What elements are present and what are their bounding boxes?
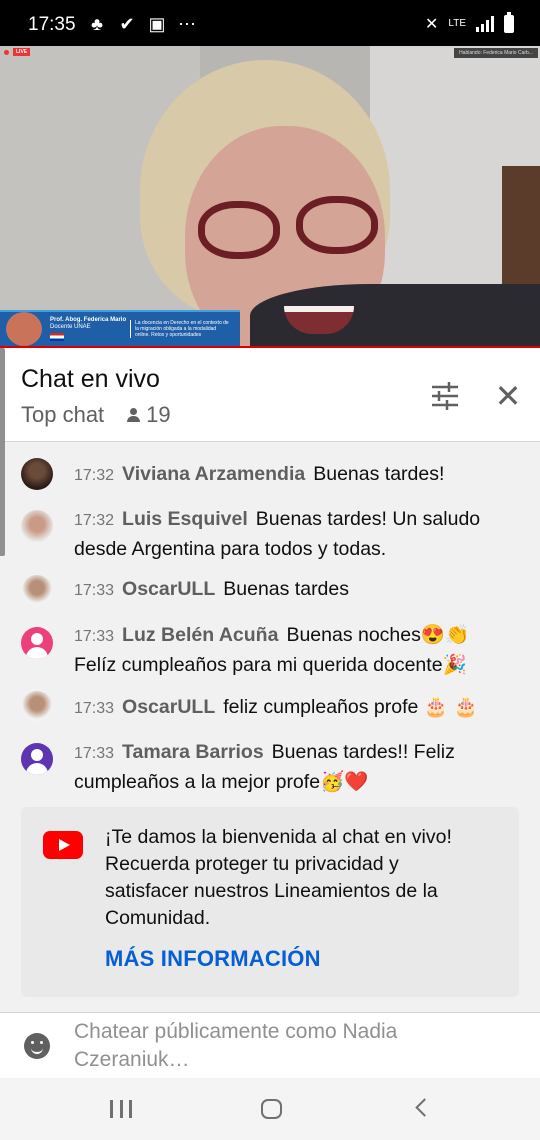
glasses-right	[296, 196, 378, 254]
message-time: 17:33	[74, 628, 115, 645]
message-body: Buenas tardes!	[313, 463, 445, 485]
avatar[interactable]	[21, 575, 53, 607]
recent-apps-button[interactable]	[110, 1100, 132, 1118]
image-icon: ▣	[148, 14, 166, 34]
message-time: 17:33	[74, 700, 115, 717]
presenter-name-block: Prof. Abog. Federica Mario Docente UNAE	[50, 317, 130, 341]
lte-icon: LTE	[448, 18, 466, 29]
avatar[interactable]	[21, 458, 53, 490]
chat-message-text: 17:32 Luis Esquivel Buenas tardes! Un salu…	[74, 505, 514, 563]
youtube-logo-icon	[43, 831, 83, 859]
message-author[interactable]: Tamara Barrios	[122, 741, 264, 763]
live-video-player[interactable]: LIVE Hablando: Federica Mario Carb... Pr…	[0, 46, 540, 348]
status-bar: 17:35 ♣ ✔ ▣ ⋯ ✕ LTE	[0, 0, 540, 46]
chat-filter-button[interactable]	[428, 381, 462, 411]
status-time: 17:35	[28, 14, 76, 35]
glasses-left	[198, 201, 280, 259]
message-author[interactable]: OscarULL	[122, 696, 215, 718]
message-time: 17:33	[74, 745, 115, 762]
welcome-card: ¡Te damos la bienvenida al chat en vivo!…	[21, 807, 519, 997]
notification-icon: ♣	[91, 14, 103, 34]
viewer-icon	[126, 407, 142, 423]
message-author[interactable]: Viviana Arzamendia	[122, 463, 305, 485]
message-time: 17:33	[74, 582, 115, 599]
battery-icon	[504, 12, 514, 33]
live-label: LIVE	[13, 48, 31, 56]
message-body: Buenas tardes	[223, 578, 350, 600]
message-time: 17:32	[74, 467, 115, 484]
more-icon: ⋯	[178, 14, 196, 34]
close-icon: ✕	[494, 378, 522, 414]
status-system-icons: ✕ LTE	[424, 12, 514, 34]
speaking-label: Hablando: Federica Mario Carb...	[454, 48, 538, 58]
chat-message-text: 17:33 Luz Belén Acuña Buenas noches😍👏 Felí…	[74, 621, 514, 679]
person-icon	[21, 743, 53, 775]
welcome-text: ¡Te damos la bienvenida al chat en vivo!…	[105, 826, 452, 929]
check-icon: ✔	[119, 14, 135, 34]
chat-mode-selector[interactable]: Top chat	[21, 402, 104, 428]
message-author[interactable]: Luis Esquivel	[122, 508, 248, 530]
system-nav-bar	[0, 1078, 540, 1140]
live-dot-icon	[4, 49, 9, 55]
avatar[interactable]	[21, 627, 53, 659]
chat-input-bar: Chatear públicamente como Nadia Czeraniu…	[0, 1012, 540, 1078]
presenter-lower-third: Prof. Abog. Federica Mario Docente UNAE …	[0, 310, 240, 346]
presenter-name: Prof. Abog. Federica Mario	[50, 317, 127, 323]
message-author[interactable]: Luz Belén Acuña	[122, 624, 278, 646]
talk-topic: La docencia en Derecho en el contexto de…	[130, 320, 230, 338]
message-author[interactable]: OscarULL	[122, 578, 215, 600]
live-badge: LIVE	[4, 48, 31, 56]
chat-mode-row[interactable]: Top chat 19	[21, 402, 171, 428]
mute-icon: ✕	[424, 16, 439, 33]
emoji-icon[interactable]	[24, 1033, 50, 1059]
avatar[interactable]	[21, 743, 53, 775]
message-time: 17:32	[74, 512, 115, 529]
chat-message-text: 17:33 OscarULL feliz cumpleaños profe 🎂 🎂	[74, 693, 514, 723]
chat-title: Chat en vivo	[21, 365, 160, 393]
recent-apps-icon	[110, 1100, 113, 1118]
back-button[interactable]	[415, 1098, 434, 1117]
viewer-count: 19	[146, 402, 171, 427]
paraguay-flag-icon	[50, 333, 64, 341]
message-body: feliz cumpleaños profe 🎂 🎂	[223, 696, 478, 718]
presenter-role: Docente UNAE	[50, 324, 91, 330]
chat-message-text: 17:33 Tamara Barrios Buenas tardes!! Feliz…	[74, 738, 514, 796]
presenter-avatar	[6, 312, 42, 346]
more-info-link[interactable]: MÁS INFORMACIÓN	[105, 946, 321, 972]
sliders-icon	[432, 382, 458, 410]
avatar[interactable]	[21, 510, 53, 542]
chat-message-text: 17:33 OscarULL Buenas tardes	[74, 575, 514, 605]
status-notifications: ♣ ✔ ▣ ⋯	[87, 14, 197, 35]
chat-message-text: 17:32 Viviana Arzamendia Buenas tardes!	[74, 460, 514, 490]
chat-header: Chat en vivo Top chat 19 ✕	[0, 348, 540, 442]
avatar[interactable]	[21, 691, 53, 723]
chat-scroll-indicator[interactable]	[0, 348, 5, 556]
chat-input[interactable]: Chatear públicamente como Nadia Czeraniu…	[74, 1018, 494, 1074]
home-button[interactable]	[261, 1099, 282, 1119]
signal-icon	[476, 16, 494, 32]
person-icon	[21, 627, 53, 659]
close-chat-button[interactable]: ✕	[490, 378, 526, 414]
